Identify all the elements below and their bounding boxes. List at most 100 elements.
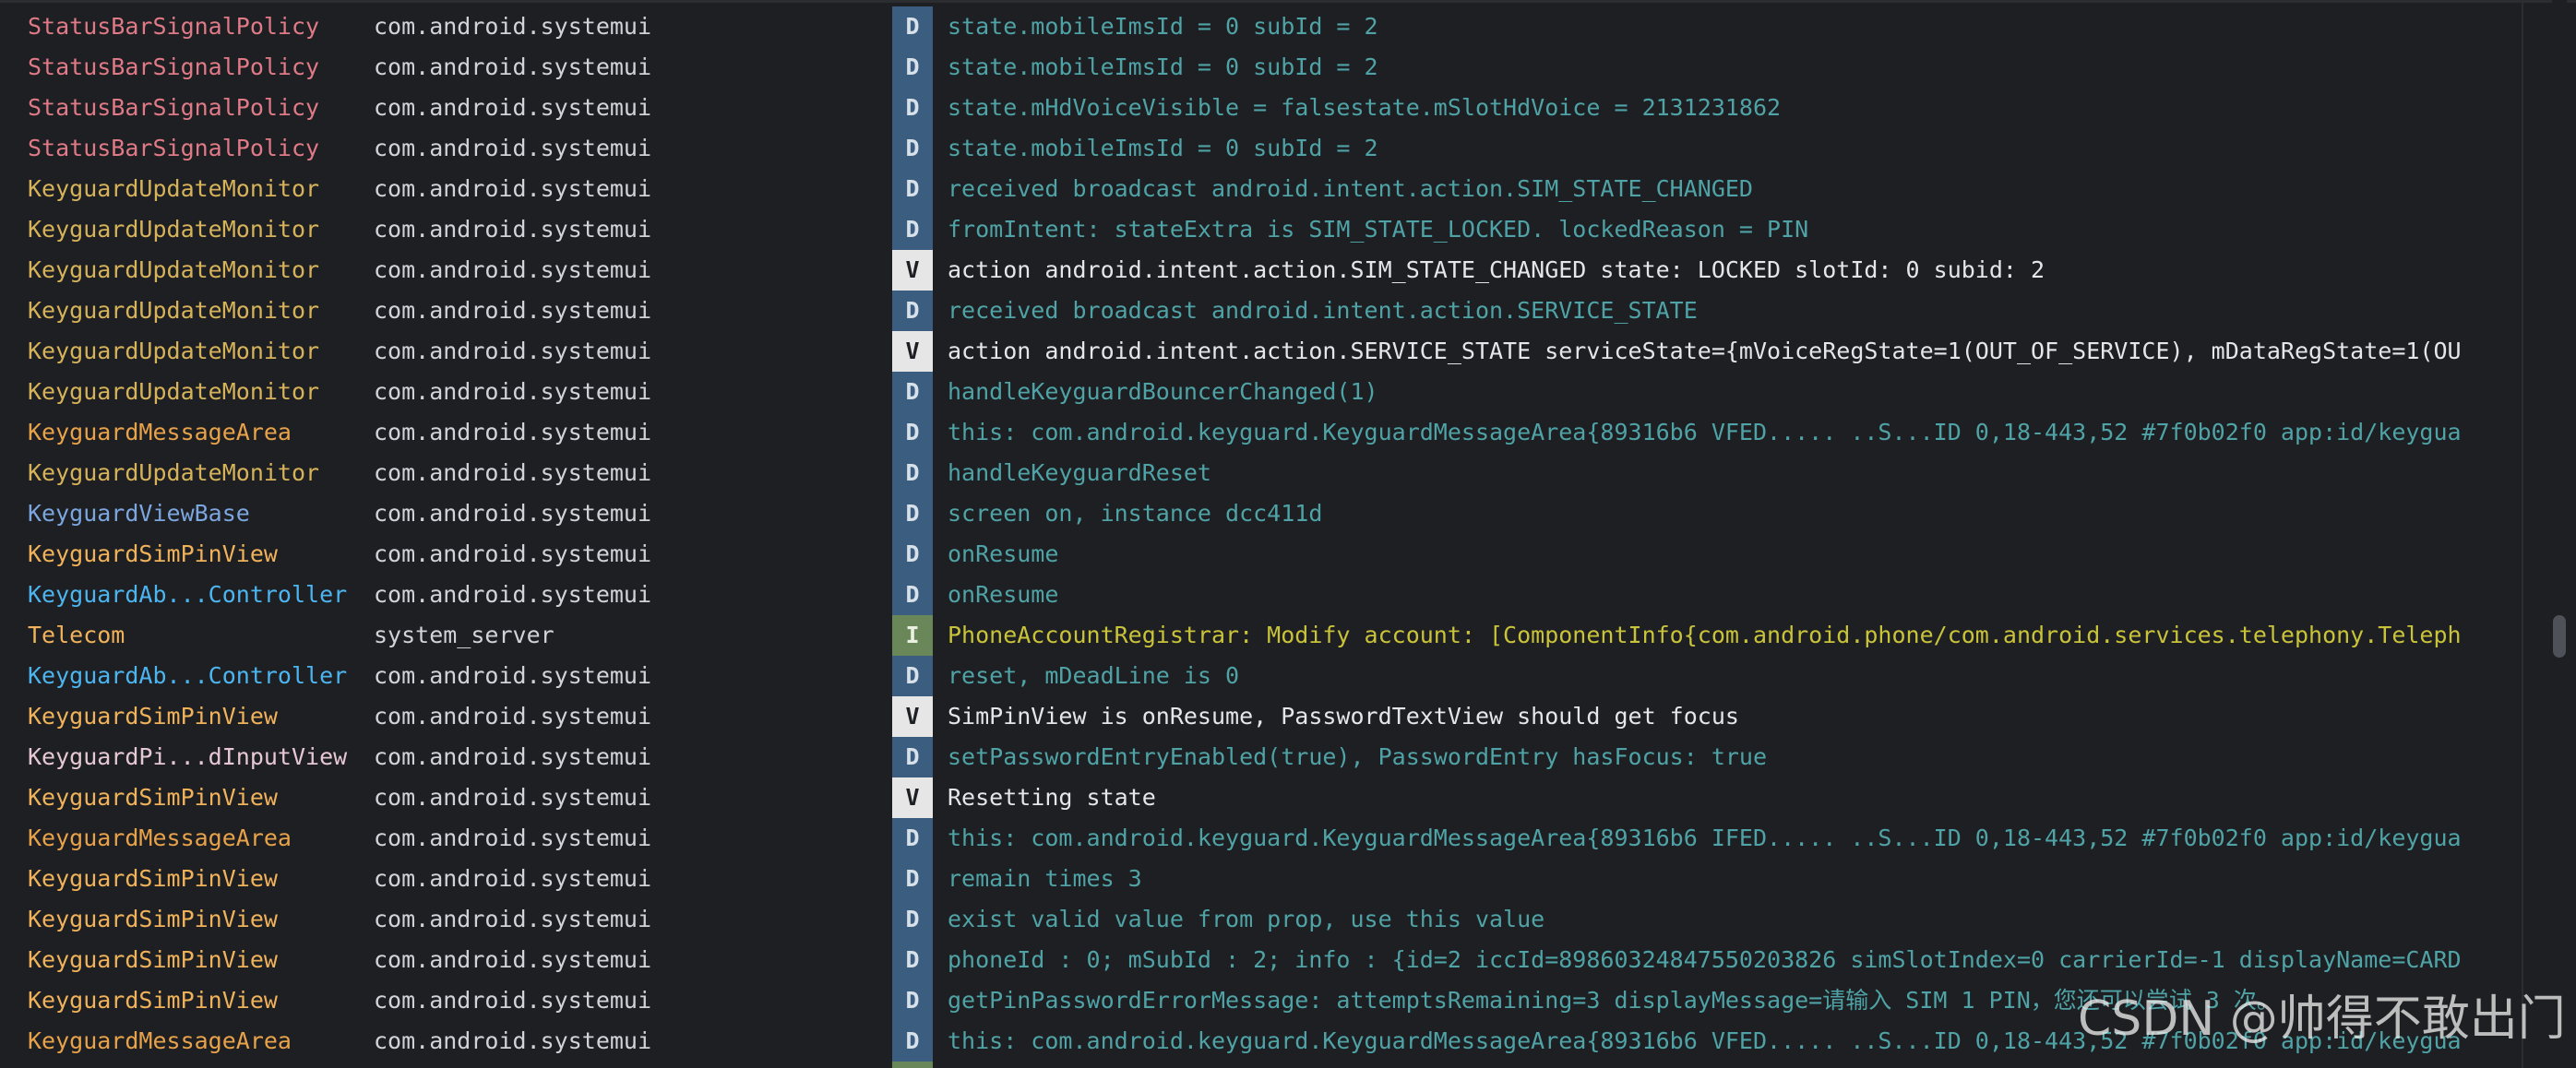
log-level-cell: D — [892, 88, 933, 128]
log-message: state.mobileImsId = 0 subId = 2 — [948, 135, 1378, 161]
log-message: remain times 3 — [948, 865, 1142, 892]
log-row[interactable]: KeyguardUpdateMonitor com.android.systemu… — [0, 291, 2528, 331]
log-level-badge: V — [892, 250, 933, 291]
log-tag: StatusBarSignalPolicy — [28, 94, 320, 121]
scrollbar-thumb[interactable] — [2553, 615, 2566, 658]
log-row[interactable]: KeyguardSimPinView com.android.systemui V S… — [0, 696, 2528, 737]
log-row[interactable]: KeyguardUpdateMonitor com.android.systemu… — [0, 250, 2528, 291]
log-tag: Telecom — [28, 622, 125, 648]
log-level-badge: D — [892, 453, 933, 493]
log-tag: KeyguardAb...Controller — [28, 581, 348, 608]
log-row[interactable]: KeyguardPi...dInputView com.android.syste… — [0, 737, 2528, 777]
log-row[interactable]: StatusBarSignalPolicy com.android.systemu… — [0, 88, 2528, 128]
log-tag: KeyguardUpdateMonitor — [28, 459, 320, 486]
log-row[interactable]: KeyguardAb...Controller com.android.syste… — [0, 575, 2528, 615]
log-package: com.android.systemui — [374, 581, 652, 608]
level-column-filler — [892, 1062, 933, 1068]
log-tag: KeyguardSimPinView — [28, 540, 278, 567]
log-row[interactable]: StatusBarSignalPolicy com.android.systemu… — [0, 128, 2528, 169]
log-level-cell: D — [892, 209, 933, 250]
log-row[interactable]: KeyguardUpdateMonitor com.android.systemu… — [0, 209, 2528, 250]
log-package: com.android.systemui — [374, 256, 652, 283]
log-level-badge: D — [892, 291, 933, 331]
log-level-badge: V — [892, 331, 933, 372]
vertical-scrollbar[interactable] — [2552, 0, 2567, 1068]
log-list[interactable]: StatusBarSignalPolicy com.android.systemu… — [0, 0, 2528, 1068]
log-level-badge: D — [892, 1021, 933, 1062]
log-package: com.android.systemui — [374, 703, 652, 730]
log-package: com.android.systemui — [374, 946, 652, 973]
log-package: com.android.systemui — [374, 500, 652, 527]
log-row[interactable]: KeyguardSimPinView com.android.systemui Dp… — [0, 940, 2528, 980]
log-level-cell: D — [892, 818, 933, 859]
log-level-badge: V — [892, 777, 933, 818]
log-level-cell: I — [892, 615, 933, 656]
log-message: this: com.android.keyguard.KeyguardMessa… — [948, 825, 2462, 851]
log-row[interactable]: KeyguardSimPinView com.android.systemui V R… — [0, 777, 2528, 818]
log-level-badge: D — [892, 737, 933, 777]
log-tag: StatusBarSignalPolicy — [28, 135, 320, 161]
log-package: com.android.systemui — [374, 540, 652, 567]
log-row[interactable]: KeyguardUpdateMonitor com.android.systemu… — [0, 331, 2528, 372]
log-level-cell: D — [892, 859, 933, 899]
log-package: com.android.systemui — [374, 135, 652, 161]
log-level-badge: D — [892, 6, 933, 47]
log-row[interactable]: KeyguardUpdateMonitor com.android.systemu… — [0, 169, 2528, 209]
log-level-cell: D — [892, 412, 933, 453]
log-level-cell: D — [892, 899, 933, 940]
log-level-badge: D — [892, 980, 933, 1021]
log-message: state.mHdVoiceVisible = falsestate.mSlot… — [948, 94, 1782, 121]
log-tag: StatusBarSignalPolicy — [28, 53, 320, 80]
logcat-window: StatusBarSignalPolicy com.android.systemu… — [0, 0, 2576, 1068]
log-tag: KeyguardSimPinView — [28, 865, 278, 892]
log-level-cell: D — [892, 372, 933, 412]
log-level-badge: D — [892, 372, 933, 412]
log-row[interactable]: KeyguardAb...Controller com.android.syste… — [0, 656, 2528, 696]
log-message: SimPinView is onResume, PasswordTextView… — [948, 703, 1739, 730]
log-package: com.android.systemui — [374, 297, 652, 324]
log-tag: KeyguardMessageArea — [28, 825, 292, 851]
log-level-cell: D — [892, 534, 933, 575]
log-package: com.android.systemui — [374, 906, 652, 932]
log-level-badge: D — [892, 859, 933, 899]
log-tag: KeyguardMessageArea — [28, 419, 292, 445]
log-message: PhoneAccountRegistrar: Modify account: [… — [948, 622, 2462, 648]
log-level-cell: D — [892, 737, 933, 777]
log-level-badge: D — [892, 899, 933, 940]
log-row[interactable]: KeyguardSimPinView com.android.systemui Do… — [0, 534, 2528, 575]
log-level-cell: D — [892, 575, 933, 615]
log-row[interactable]: KeyguardViewBase com.android.systemui Dscr… — [0, 493, 2528, 534]
log-message: screen on, instance dcc411d — [948, 500, 1323, 527]
log-level-cell: D — [892, 656, 933, 696]
log-tag: KeyguardMessageArea — [28, 1027, 292, 1054]
log-message: reset, mDeadLine is 0 — [948, 662, 1240, 689]
log-tag: KeyguardUpdateMonitor — [28, 297, 320, 324]
log-level-badge: D — [892, 88, 933, 128]
log-row[interactable]: StatusBarSignalPolicy com.android.systemu… — [0, 47, 2528, 88]
log-row[interactable]: KeyguardSimPinView com.android.systemui De… — [0, 899, 2528, 940]
log-level-cell: V — [892, 250, 933, 291]
log-row[interactable]: StatusBarSignalPolicy com.android.systemu… — [0, 6, 2528, 47]
log-level-badge: D — [892, 534, 933, 575]
log-row[interactable]: KeyguardUpdateMonitor com.android.systemu… — [0, 372, 2528, 412]
log-level-badge: V — [892, 696, 933, 737]
log-package: com.android.systemui — [374, 419, 652, 445]
log-message: setPasswordEntryEnabled(true), PasswordE… — [948, 743, 1768, 770]
log-row[interactable]: KeyguardSimPinView com.android.systemui Dr… — [0, 859, 2528, 899]
log-row[interactable]: KeyguardUpdateMonitor com.android.systemu… — [0, 453, 2528, 493]
log-package: com.android.systemui — [374, 987, 652, 1014]
log-message: action android.intent.action.SERVICE_STA… — [948, 338, 2462, 364]
log-package: com.android.systemui — [374, 94, 652, 121]
log-package: com.android.systemui — [374, 662, 652, 689]
log-package: com.android.systemui — [374, 865, 652, 892]
log-tag: KeyguardSimPinView — [28, 906, 278, 932]
log-package: com.android.systemui — [374, 825, 652, 851]
log-row[interactable]: KeyguardMessageArea com.android.systemui D… — [0, 818, 2528, 859]
log-message: handleKeyguardBouncerChanged(1) — [948, 378, 1378, 405]
log-row[interactable]: KeyguardMessageArea com.android.systemui D… — [0, 412, 2528, 453]
log-message: onResume — [948, 581, 1059, 608]
log-package: com.android.systemui — [374, 338, 652, 364]
log-level-badge: D — [892, 575, 933, 615]
log-level-cell: D — [892, 6, 933, 47]
log-row[interactable]: Telecom system_server I PhoneAccountRegistr… — [0, 615, 2528, 656]
